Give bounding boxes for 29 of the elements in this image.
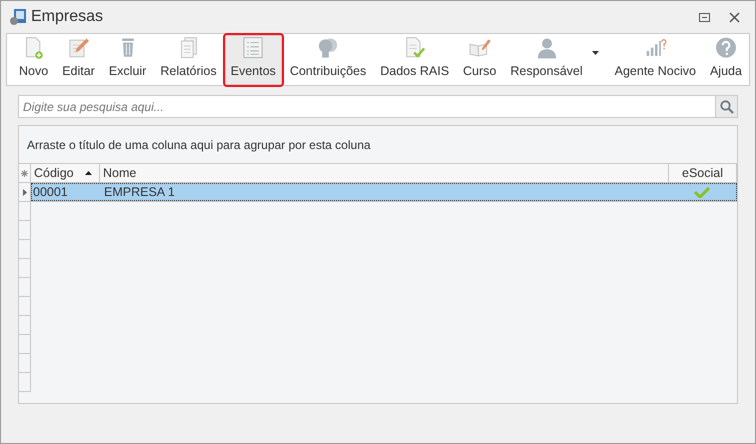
search-box[interactable]: Digite sua pesquisa aqui...: [18, 95, 738, 118]
search-icon: [720, 100, 734, 114]
toolbar-button[interactable]: Relatórios: [154, 34, 223, 84]
toolbar-button[interactable]: Responsável: [504, 34, 589, 84]
toolbar-button[interactable]: Contribuições: [284, 34, 372, 84]
row-indicator-icon: [22, 188, 26, 196]
search-button[interactable]: [715, 96, 737, 117]
toolbar-button[interactable]: Eventos: [224, 34, 282, 84]
toolbar-button[interactable]: Excluir: [102, 34, 152, 84]
restore-icon: [698, 12, 710, 22]
sort-ascending-icon[interactable]: [85, 171, 92, 175]
toolbar-button[interactable]: Curso: [457, 34, 502, 84]
column-header[interactable]: Código: [31, 164, 100, 182]
dropdown-arrow-icon[interactable]: [592, 50, 599, 54]
table-cell-text: 00001: [32, 184, 69, 200]
toolbar-button[interactable]: Dados RAIS: [374, 34, 456, 84]
window-title: Empresas: [31, 7, 104, 27]
search-field[interactable]: Digite sua pesquisa aqui...: [19, 98, 715, 116]
table-cell-text: EMPRESA 1: [103, 184, 176, 200]
toolbar-button[interactable]: Editar: [56, 34, 101, 84]
toolbar-button[interactable]: Agente Nocivo: [608, 34, 702, 84]
close-icon: [728, 12, 740, 22]
table-row[interactable]: 00001 EMPRESA 1: [31, 183, 737, 201]
group-hint: Arraste o título de uma coluna aqui para agrupar por esta coluna: [27, 136, 371, 154]
toolbar-button[interactable]: Ajuda: [704, 34, 748, 84]
asterisk-icon: [21, 170, 28, 176]
column-header[interactable]: eSocial: [669, 164, 737, 182]
column-header[interactable]: Nome: [100, 164, 669, 182]
toolbar-button[interactable]: Novo: [13, 34, 54, 84]
